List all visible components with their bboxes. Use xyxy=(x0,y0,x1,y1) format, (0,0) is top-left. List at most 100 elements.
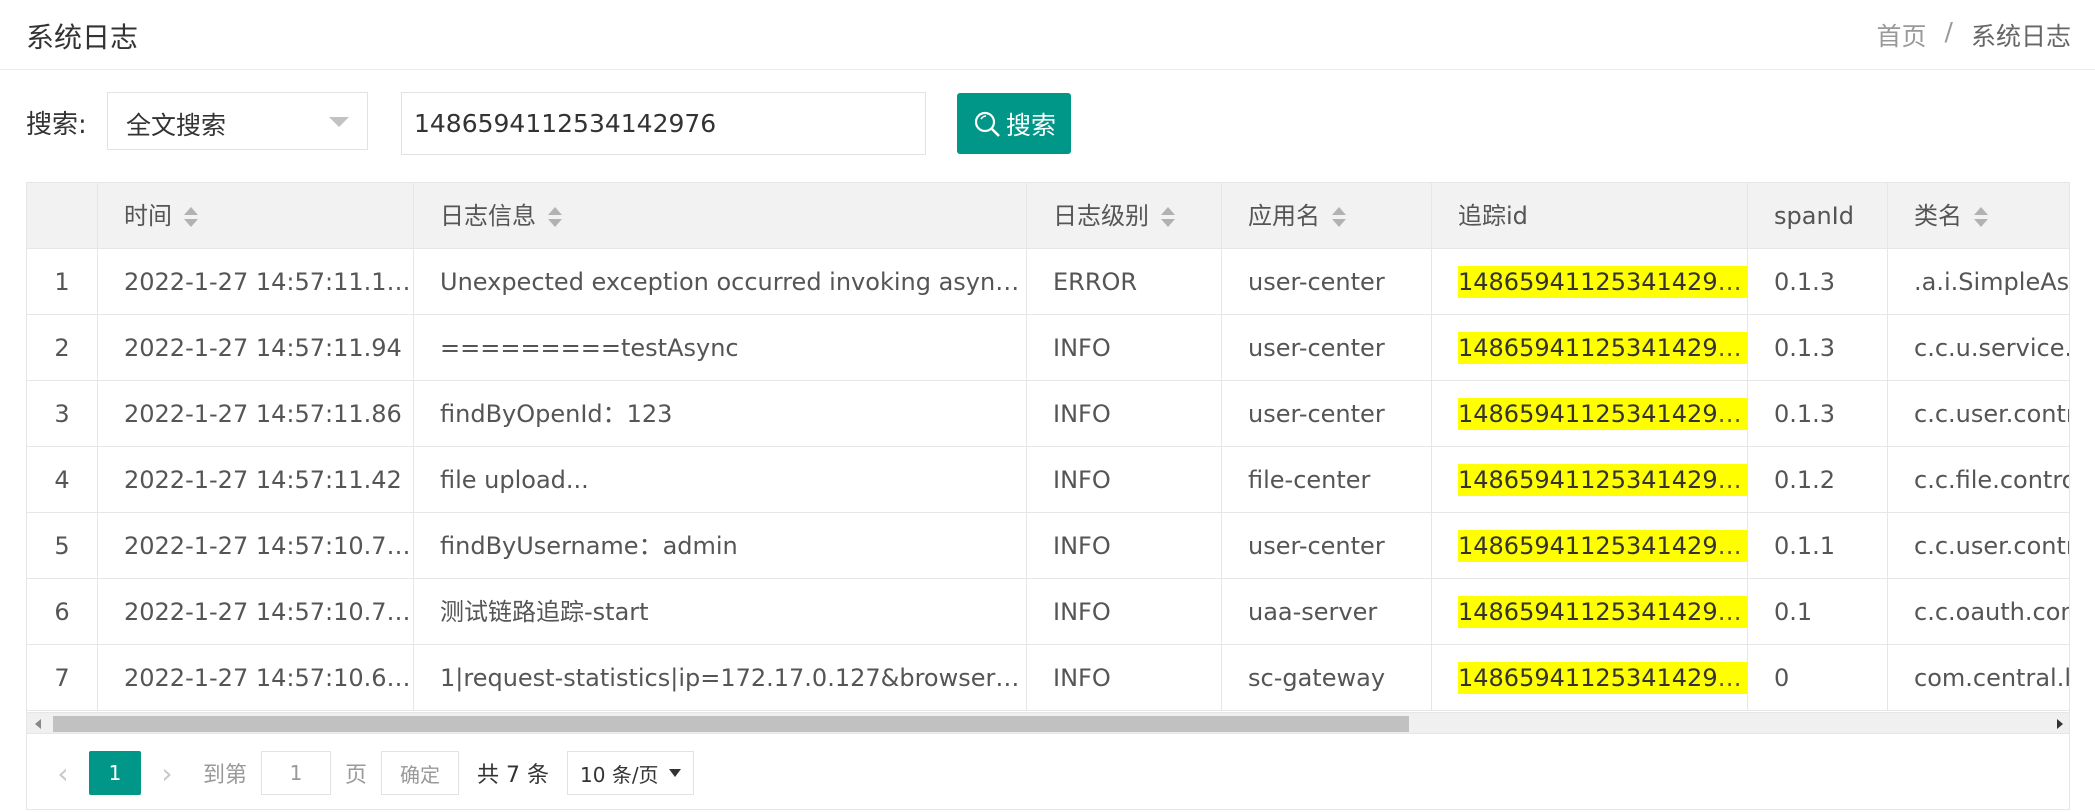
goto-confirm-button[interactable]: 确定 xyxy=(381,751,460,795)
search-button-label: 搜索 xyxy=(1005,110,1056,140)
scroll-left-icon[interactable] xyxy=(35,719,41,729)
cell-time: 2022-1-27 14:57:11.86 xyxy=(98,381,414,447)
row-index: 2 xyxy=(27,315,98,381)
cell-app: user-center xyxy=(1222,249,1432,315)
table-row[interactable]: 2 2022-1-27 14:57:11.94 =========testAsync… xyxy=(27,315,2070,381)
sort-icon[interactable] xyxy=(184,206,198,228)
trace-id-highlight: 1486594112534142976 xyxy=(1458,332,1748,364)
total-count: 共 7 条 xyxy=(477,763,550,788)
row-index: 1 xyxy=(27,249,98,315)
cell-level: INFO xyxy=(1027,381,1222,447)
cell-time: 2022-1-27 14:57:10.671 xyxy=(98,645,414,711)
scrollbar-thumb[interactable] xyxy=(53,716,1409,732)
cell-message: Unexpected exception occurred invoking a… xyxy=(414,249,1027,315)
page-size-select[interactable]: 10 条/页 xyxy=(567,751,694,795)
trace-id-highlight: 1486594112534142976 xyxy=(1458,530,1748,562)
cell-span-id: 0.1.3 xyxy=(1748,381,1888,447)
cell-time: 2022-1-27 14:57:10.710 xyxy=(98,513,414,579)
cell-app: user-center xyxy=(1222,513,1432,579)
cell-level: INFO xyxy=(1027,447,1222,513)
cell-class-name: .a.i.SimpleAsy xyxy=(1914,268,2070,296)
cell-trace-id: 1486594112534142976 xyxy=(1432,645,1748,711)
search-button[interactable]: 搜索 xyxy=(957,93,1071,154)
cell-level: ERROR xyxy=(1027,249,1222,315)
page-unit-label: 页 xyxy=(345,763,368,788)
table-row[interactable]: 7 2022-1-27 14:57:10.671 1|request-statist… xyxy=(27,645,2070,711)
cell-class-name: c.c.user.contr xyxy=(1914,532,2070,560)
cell-message: findByOpenId：123 xyxy=(414,381,1027,447)
cell-app: sc-gateway xyxy=(1222,645,1432,711)
search-label: 搜索: xyxy=(26,110,87,140)
cell-class-name: com.central.lo xyxy=(1914,664,2070,692)
trace-id-highlight: 1486594112534142976 xyxy=(1458,266,1748,298)
cell-time: 2022-1-27 14:57:11.42 xyxy=(98,447,414,513)
cell-level: INFO xyxy=(1027,315,1222,381)
header-app[interactable]: 应用名 xyxy=(1222,183,1432,249)
table-row[interactable]: 6 2022-1-27 14:57:10.702 测试链路追踪-start INFO u… xyxy=(27,579,2070,645)
cell-trace-id: 1486594112534142976 xyxy=(1432,315,1748,381)
breadcrumb-current: 系统日志 xyxy=(1970,22,2071,51)
scroll-right-icon[interactable] xyxy=(2057,719,2063,729)
sort-icon[interactable] xyxy=(1161,206,1175,228)
trace-id-highlight: 1486594112534142976 xyxy=(1458,398,1748,430)
header-time[interactable]: 时间 xyxy=(98,183,414,249)
header-class-name[interactable]: 类名 xyxy=(1888,183,2069,249)
horizontal-scrollbar[interactable] xyxy=(27,712,2069,734)
header-message[interactable]: 日志信息 xyxy=(414,183,1027,249)
cell-trace-id: 1486594112534142976 xyxy=(1432,447,1748,513)
table-row[interactable]: 1 2022-1-27 14:57:11.103 Unexpected except… xyxy=(27,249,2070,315)
header-span-id: spanId xyxy=(1748,183,1888,249)
chevron-down-icon xyxy=(329,117,349,127)
goto-label: 到第 xyxy=(203,763,248,788)
row-index: 7 xyxy=(27,645,98,711)
breadcrumb: 首页 / 系统日志 xyxy=(1877,17,2071,53)
header-time-label: 时间 xyxy=(124,202,172,230)
cell-span-id: 0.1.2 xyxy=(1748,447,1888,513)
table-row[interactable]: 4 2022-1-27 14:57:11.42 file upload... INFO… xyxy=(27,447,2069,513)
cell-trace-id: 1486594112534142976 xyxy=(1432,249,1748,315)
row-index: 3 xyxy=(27,381,98,447)
page-title: 系统日志 xyxy=(26,21,139,54)
sort-icon[interactable] xyxy=(1332,206,1346,228)
header-message-label: 日志信息 xyxy=(440,202,536,230)
sort-icon[interactable] xyxy=(548,206,562,228)
cell-time: 2022-1-27 14:57:11.94 xyxy=(98,315,414,381)
trace-id-highlight: 1486594112534142976 xyxy=(1458,662,1748,694)
cell-message: findByUsername：admin xyxy=(414,513,1027,579)
breadcrumb-home-link[interactable]: 首页 xyxy=(1877,17,1927,53)
cell-level: INFO xyxy=(1027,579,1222,645)
search-mode-select[interactable]: 全文搜索 xyxy=(107,92,368,150)
prev-page-button[interactable]: ‹ xyxy=(41,751,85,795)
sort-icon[interactable] xyxy=(1974,206,1988,228)
header-level[interactable]: 日志级别 xyxy=(1027,183,1222,249)
log-table: 时间 日志信息 日志级别 应用名 追踪id spanId 类名 1 2022-1-… xyxy=(26,182,2070,810)
page-1-button[interactable]: 1 xyxy=(89,751,141,795)
table-row[interactable]: 5 2022-1-27 14:57:10.710 findByUsername：ad… xyxy=(27,513,2070,579)
search-input[interactable] xyxy=(401,92,926,155)
header-class-name-label: 类名 xyxy=(1914,202,1962,230)
row-index: 4 xyxy=(27,447,98,513)
goto-page-input[interactable] xyxy=(261,751,332,795)
log-table-grid: 时间 日志信息 日志级别 应用名 追踪id spanId 类名 1 2022-1-… xyxy=(27,183,2070,711)
cell-time: 2022-1-27 14:57:10.702 xyxy=(98,579,414,645)
next-page-button[interactable]: › xyxy=(145,751,189,795)
row-index: 6 xyxy=(27,579,98,645)
cell-class-name: c.c.u.service.i xyxy=(1914,334,2070,362)
cell-span-id: 0 xyxy=(1748,645,1888,711)
cell-span-id: 0.1.3 xyxy=(1748,249,1888,315)
cell-span-id: 0.1.1 xyxy=(1748,513,1888,579)
cell-message: 1|request-statistics|ip=172.17.0.127&bro… xyxy=(414,645,1027,711)
cell-level: INFO xyxy=(1027,513,1222,579)
header-index xyxy=(27,183,98,249)
header-level-label: 日志级别 xyxy=(1053,202,1149,230)
cell-class-name: c.c.oauth.cont xyxy=(1914,598,2070,626)
cell-app: user-center xyxy=(1222,381,1432,447)
pagination: ‹ 1 › 到第 页 确定 共 7 条 10 条/页 xyxy=(27,735,2069,809)
cell-span-id: 0.1.3 xyxy=(1748,315,1888,381)
search-icon xyxy=(974,111,1000,137)
table-row[interactable]: 3 2022-1-27 14:57:11.86 findByOpenId：123 IN… xyxy=(27,381,2070,447)
cell-trace-id: 1486594112534142976 xyxy=(1432,381,1748,447)
cell-app: file-center xyxy=(1222,447,1432,513)
cell-class-name: c.c.user.contr xyxy=(1914,400,2070,428)
header-app-label: 应用名 xyxy=(1248,202,1320,230)
